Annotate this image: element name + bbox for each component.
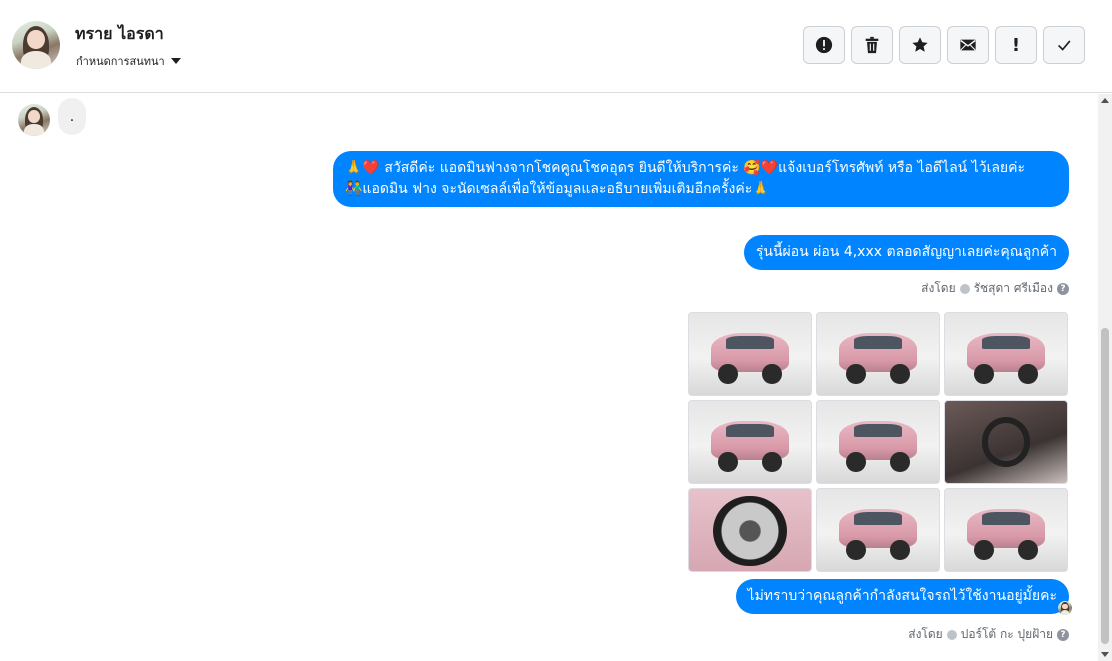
avatar-body [23, 123, 45, 136]
message-line: 🙏❤️ สวัสดีค่ะ แอดมินฟางจากโชคคูณโชคอุดร … [345, 160, 1026, 176]
sent-by-prefix: ส่งโดย [908, 627, 943, 641]
outgoing-message[interactable]: ไม่ทราบว่าคุณลูกค้ากำลังสนใจรถไว้ใช้งานอ… [735, 579, 1069, 614]
sender-avatar [18, 104, 50, 136]
help-icon[interactable]: ? [1057, 628, 1069, 641]
photo-thumbnail[interactable] [816, 312, 940, 396]
car-window [725, 423, 775, 438]
read-receipt-avatar [1058, 601, 1072, 615]
photo-thumbnail[interactable] [944, 400, 1068, 484]
photo-thumbnail[interactable] [816, 488, 940, 572]
sent-by-info: ส่งโดย ปอร์โต้ กะ ปุยฝ้าย ? [908, 625, 1069, 644]
car-window [853, 511, 903, 526]
car-window [853, 423, 903, 438]
car-wheel [846, 539, 866, 560]
envelope-icon [960, 39, 976, 51]
car-wheel [846, 363, 866, 384]
avatar-face [28, 109, 40, 123]
car-window [981, 511, 1031, 526]
photo-thumbnail[interactable] [688, 488, 812, 572]
sender-name: รัชสุดา ศรีเมือง [973, 281, 1053, 295]
car-wheel [1018, 539, 1038, 560]
photo-thumbnail[interactable] [944, 312, 1068, 396]
check-icon [1058, 40, 1071, 51]
car-wheel [846, 451, 866, 472]
car-wheel [762, 363, 782, 384]
scrollbar-thumb[interactable] [1101, 328, 1109, 644]
incoming-message[interactable]: . [58, 98, 86, 135]
car-wheel [890, 451, 910, 472]
photo-thumbnail[interactable] [816, 400, 940, 484]
sent-by-info: ส่งโดย รัชสุดา ศรีเมือง ? [921, 279, 1069, 298]
spam-button[interactable] [803, 26, 845, 64]
car-wheel [762, 451, 782, 472]
assign-conversation-dropdown[interactable]: กำหนดการสนทนา [76, 52, 181, 70]
help-icon[interactable]: ? [1057, 282, 1069, 295]
photo-thumbnail[interactable] [688, 312, 812, 396]
avatar-body [20, 50, 52, 69]
avatar-face [27, 29, 45, 49]
verified-icon [959, 283, 970, 294]
car-wheel [718, 363, 738, 384]
car-wheel [1018, 363, 1038, 384]
car-wheel [974, 363, 994, 384]
contact-name[interactable]: ทราย ไอรดา [75, 22, 164, 47]
outgoing-message[interactable]: รุ่นนี้ผ่อน ผ่อน 4,xxx ตลอดสัญญาเลยค่ะคุ… [743, 235, 1069, 270]
scrollbar[interactable] [1098, 94, 1112, 661]
photo-thumbnail[interactable] [688, 400, 812, 484]
car-window [853, 335, 903, 350]
important-button[interactable]: ! [995, 26, 1037, 64]
car-wheel [713, 495, 787, 567]
exclamation-icon: ! [1011, 34, 1021, 56]
contact-avatar[interactable] [12, 21, 60, 69]
toolbar: ! [803, 26, 1085, 64]
sender-name: ปอร์โต้ กะ ปุยฝ้าย [960, 627, 1053, 641]
done-button[interactable] [1043, 26, 1085, 64]
caret-down-icon [170, 58, 181, 64]
car-wheel [974, 539, 994, 560]
scroll-up-icon[interactable] [1101, 98, 1109, 103]
car-window [725, 335, 775, 350]
avatar-face [1062, 603, 1068, 610]
alert-circle-icon [815, 36, 833, 54]
photo-thumbnail[interactable] [944, 488, 1068, 572]
conversation-header: ทราย ไอรดา กำหนดการสนทนา ! [0, 0, 1112, 93]
scroll-down-icon[interactable] [1101, 652, 1109, 657]
outgoing-message[interactable]: 🙏❤️ สวัสดีค่ะ แอดมินฟางจากโชคคูณโชคอุดร … [333, 151, 1069, 207]
star-icon [912, 37, 928, 52]
steering-wheel [981, 417, 1031, 467]
star-button[interactable] [899, 26, 941, 64]
delete-button[interactable] [851, 26, 893, 64]
photo-grid [688, 312, 1068, 572]
message-line: 👫แอดมิน ฟาง จะนัดเซลล์เพื่อให้ข้อมูลและอ… [345, 181, 770, 197]
car-wheel [890, 363, 910, 384]
verified-icon [946, 629, 957, 640]
sent-by-prefix: ส่งโดย [921, 281, 956, 295]
car-wheel [718, 451, 738, 472]
assign-label: กำหนดการสนทนา [76, 55, 165, 68]
mark-unread-button[interactable] [947, 26, 989, 64]
car-wheel [890, 539, 910, 560]
trash-icon [865, 36, 879, 54]
car-window [981, 335, 1031, 350]
message-thread[interactable]: . 🙏❤️ สวัสดีค่ะ แอดมินฟางจากโชคคูณโชคอุด… [0, 94, 1098, 661]
avatar-body [1060, 609, 1070, 615]
